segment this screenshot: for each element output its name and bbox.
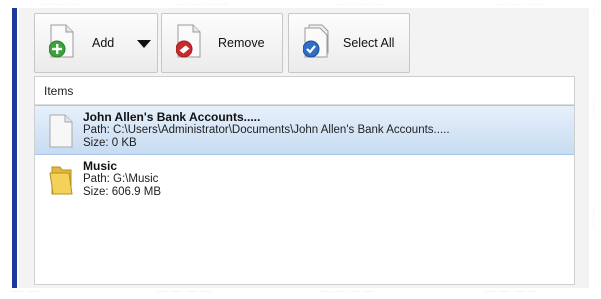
remove-file-icon (176, 24, 201, 58)
select-all-icon (303, 24, 329, 58)
add-label: Add (92, 36, 115, 50)
item-path: Path: G:\Music (83, 173, 159, 185)
document-icon (49, 114, 73, 148)
select-all-label: Select All (343, 36, 395, 50)
folder-icon (49, 166, 73, 195)
remove-button[interactable]: Remove (161, 13, 283, 73)
remove-label: Remove (218, 36, 265, 50)
list-item[interactable]: John Allen's Bank Accounts..... Path: C:… (35, 105, 574, 155)
item-name: Music (83, 159, 118, 173)
add-button[interactable]: Add (34, 13, 158, 73)
item-size: Size: 0 KB (83, 137, 137, 149)
list-item[interactable]: Music Path: G:\Music Size: 606.9 MB (35, 155, 574, 205)
item-size: Size: 606.9 MB (83, 186, 161, 198)
item-path: Path: C:\Users\Administrator\Documents\J… (83, 124, 450, 136)
select-all-button[interactable]: Select All (288, 13, 410, 73)
add-file-icon (49, 24, 74, 58)
items-column-header[interactable]: Items (35, 77, 574, 105)
item-name: John Allen's Bank Accounts..... (83, 110, 261, 124)
chevron-down-icon[interactable] (131, 36, 157, 52)
items-list[interactable]: Items John Allen's Bank Accounts..... Pa… (34, 76, 575, 285)
main-panel: Add Remove Select All Items John Allen's… (19, 8, 589, 288)
accent-bar (12, 8, 17, 288)
